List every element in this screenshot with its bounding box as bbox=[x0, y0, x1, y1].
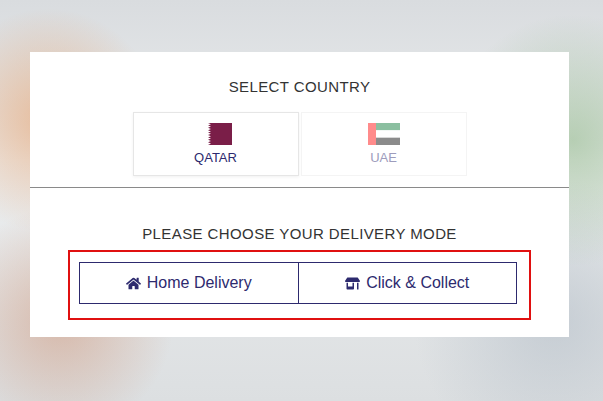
delivery-title: PLEASE CHOOSE YOUR DELIVERY MODE bbox=[142, 225, 457, 243]
delivery-mode-label: Home Delivery bbox=[147, 274, 252, 292]
selection-card: SELECT COUNTRY QATAR UAE PLEASE CHOOSE YOUR… bbox=[30, 52, 569, 337]
country-title: SELECT COUNTRY bbox=[229, 78, 371, 96]
delivery-mode-button[interactable]: Click & Collect bbox=[298, 262, 518, 304]
country-label: UAE bbox=[370, 150, 397, 165]
country-list: QATAR UAE bbox=[133, 112, 467, 176]
page-background: SELECT COUNTRY QATAR UAE PLEASE CHOOSE YOUR… bbox=[0, 0, 603, 401]
delivery-mode-button[interactable]: Home Delivery bbox=[79, 262, 299, 304]
delivery-section: PLEASE CHOOSE YOUR DELIVERY MODE Home Del… bbox=[68, 188, 531, 320]
home-icon bbox=[126, 276, 141, 291]
divider bbox=[30, 187, 569, 188]
store-icon bbox=[345, 276, 360, 291]
country-option[interactable]: QATAR bbox=[133, 112, 299, 176]
qatar-flag-icon bbox=[200, 123, 232, 145]
country-option[interactable]: UAE bbox=[301, 112, 467, 176]
delivery-highlight: Home Delivery Click & Collect bbox=[68, 250, 531, 320]
delivery-mode-label: Click & Collect bbox=[366, 274, 469, 292]
uae-flag-icon bbox=[368, 123, 400, 145]
country-label: QATAR bbox=[194, 150, 237, 165]
